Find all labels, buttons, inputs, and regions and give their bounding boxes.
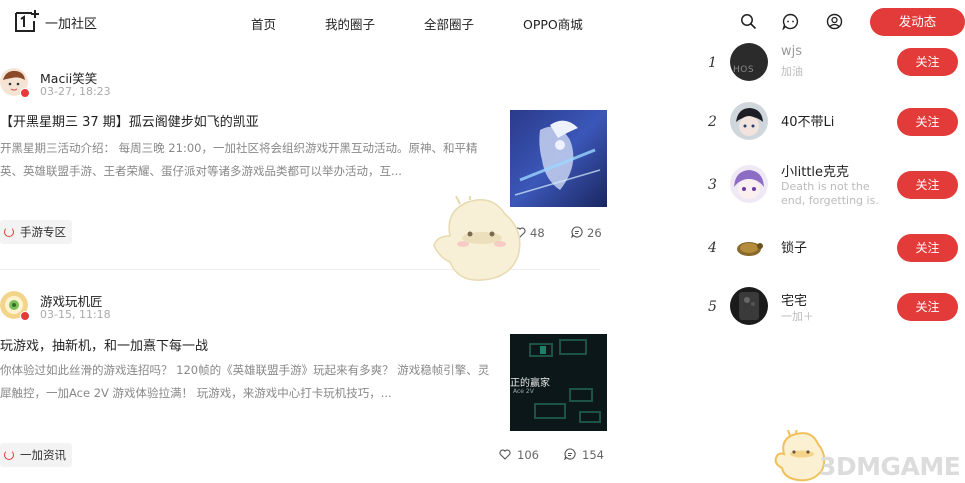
- avatar-image-icon: [730, 287, 768, 325]
- circle-ring-icon: [4, 227, 14, 237]
- site-name[interactable]: 一加社区: [45, 13, 97, 32]
- user-name[interactable]: 锁子: [781, 237, 807, 256]
- user-name[interactable]: 40不带Li: [781, 111, 834, 130]
- level-badge-icon: [20, 88, 30, 98]
- rank-number: 5: [708, 299, 717, 315]
- user-desc: Death is not the end, forgetting is.: [781, 180, 879, 207]
- comment-icon: [564, 448, 576, 461]
- post-thumbnail[interactable]: 正的赢家 Ace 2V: [510, 334, 607, 431]
- avatar-image-icon: [730, 102, 768, 140]
- user-avatar[interactable]: [730, 165, 768, 203]
- comment-count[interactable]: 26: [571, 226, 602, 240]
- user-avatar[interactable]: [730, 228, 768, 266]
- follow-button[interactable]: 关注: [897, 108, 958, 136]
- comment-count[interactable]: 154: [564, 448, 604, 462]
- follow-button[interactable]: 关注: [897, 293, 958, 321]
- circle-tag[interactable]: 一加资讯: [0, 443, 72, 467]
- watermark-text: 3DMGAME: [819, 452, 961, 481]
- circle-ring-icon: [4, 450, 14, 460]
- nav-home[interactable]: 首页: [251, 14, 276, 33]
- circle-tag[interactable]: 手游专区: [0, 220, 72, 244]
- rank-number: 3: [708, 177, 717, 193]
- rank-number: 1: [708, 55, 717, 71]
- follow-button[interactable]: 关注: [897, 171, 958, 199]
- follow-button[interactable]: 关注: [897, 48, 958, 76]
- post-title[interactable]: 【开黑星期三 37 期】孤云阁健步如飞的凯亚: [0, 111, 259, 130]
- avatar-text: HOS: [733, 65, 755, 75]
- rank-number: 4: [708, 240, 717, 256]
- game-art-image-icon: [510, 110, 607, 207]
- like-count[interactable]: 106: [499, 448, 539, 462]
- thumb-headline: 正的赢家: [510, 378, 550, 389]
- user-icon[interactable]: [826, 13, 843, 30]
- level-badge-icon: [20, 311, 30, 321]
- comment-icon: [571, 226, 583, 239]
- user-name[interactable]: 宅宅: [781, 290, 807, 309]
- tag-label: 手游专区: [20, 225, 66, 239]
- top-header: 一加社区 首页 我的圈子 全部圈子 OPPO商城 发动态: [0, 0, 965, 44]
- nav-all-circles[interactable]: 全部圈子: [424, 14, 474, 33]
- post-title[interactable]: 玩游戏，抽新机，和一加熹下每一战: [0, 335, 208, 354]
- post-thumbnail[interactable]: [510, 110, 607, 207]
- oneplus-logo-icon[interactable]: [14, 9, 40, 33]
- follow-button[interactable]: 关注: [897, 234, 958, 262]
- nav-my-circles[interactable]: 我的圈子: [325, 14, 375, 33]
- avatar-image-icon: [730, 228, 768, 266]
- search-icon[interactable]: [740, 13, 757, 30]
- heart-icon: [499, 449, 511, 460]
- avatar-image-icon: [730, 165, 768, 203]
- post-date: 03-15, 11:18: [40, 308, 111, 321]
- nav-oppo-store[interactable]: OPPO商城: [523, 14, 583, 33]
- tag-label: 一加资讯: [20, 448, 66, 462]
- user-desc: 一加＋: [781, 310, 814, 323]
- post-button[interactable]: 发动态: [870, 8, 965, 36]
- user-name[interactable]: wjs: [781, 44, 802, 59]
- post-excerpt: 开黑星期三活动介绍： 每周三晚 21:00，一加社区将会组织游戏开黑互动活动。原…: [0, 141, 478, 178]
- user-desc: 加油: [781, 65, 803, 78]
- mascot-watermark-icon: [433, 196, 521, 281]
- post-excerpt: 你体验过如此丝滑的游戏连招吗？ 120帧的《英雄联盟手游》玩起来有多爽？ 游戏稳…: [0, 363, 490, 400]
- user-avatar[interactable]: HOS: [730, 43, 768, 81]
- rank-number: 2: [708, 114, 717, 130]
- post-date: 03-27, 18:23: [40, 85, 111, 98]
- user-avatar[interactable]: [730, 102, 768, 140]
- user-name[interactable]: 小little克克: [781, 161, 849, 180]
- thumb-model: Ace 2V: [513, 388, 534, 395]
- user-avatar[interactable]: [730, 287, 768, 325]
- message-icon[interactable]: [782, 13, 799, 30]
